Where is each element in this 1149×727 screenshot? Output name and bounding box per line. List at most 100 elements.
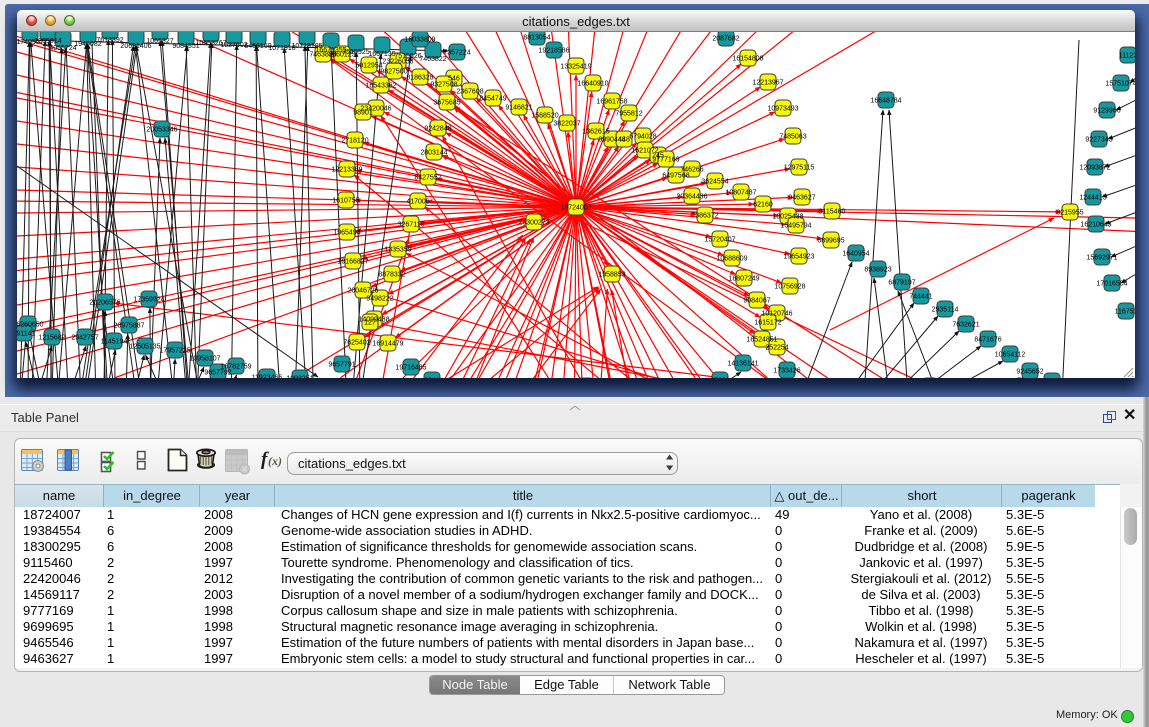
svg-text:87061: 87061 [710,378,730,379]
svg-text:2935114: 2935114 [932,307,959,314]
svg-text:391141: 391141 [17,331,36,338]
svg-text:18807249: 18807249 [728,276,759,283]
svg-text:16914479: 16914479 [372,341,403,348]
svg-text:11923466: 11923466 [252,375,283,379]
svg-text:15720407: 15720407 [704,237,735,244]
svg-text:12213389: 12213389 [331,167,362,174]
svg-text:10688609: 10688609 [716,256,747,263]
svg-text:1965494: 1965494 [333,230,360,237]
svg-text:8186328: 8186328 [406,75,433,82]
svg-text:16033809: 16033809 [404,37,435,44]
svg-text:10973493: 10973493 [767,106,798,113]
svg-text:9777169: 9777169 [652,157,679,164]
svg-text:8471676: 8471676 [974,337,1001,344]
svg-text:252254: 252254 [765,345,788,352]
svg-text:8427552: 8427552 [414,175,441,182]
svg-text:4055724: 4055724 [49,45,76,52]
svg-text:7632621: 7632621 [952,322,979,329]
svg-text:18724007: 18724007 [560,205,591,212]
svg-text:3624554: 3624554 [701,179,728,186]
svg-text:9463627: 9463627 [788,195,815,202]
svg-text:1958853: 1958853 [598,272,625,279]
svg-text:2087682: 2087682 [712,36,739,43]
svg-text:1362615: 1362615 [582,129,609,136]
svg-text:8938923: 8938923 [864,267,891,274]
svg-text:16640910: 16640910 [577,81,608,88]
svg-text:7625402: 7625402 [343,340,370,347]
svg-text:10120746: 10120746 [761,311,792,318]
svg-text:2718120: 2718120 [341,138,368,145]
svg-text:19716485: 19716485 [395,365,426,372]
svg-text:8454749: 8454749 [479,96,506,103]
svg-text:2235614: 2235614 [34,38,61,45]
svg-text:3267110: 3267110 [398,222,425,229]
svg-text:12975115: 12975115 [784,165,815,172]
svg-text:5912954: 5912954 [355,63,382,70]
svg-text:448: 448 [618,137,630,144]
svg-text:16961758: 16961758 [596,99,627,106]
svg-text:6497568: 6497568 [662,173,689,180]
svg-text:1065327: 1065327 [146,38,173,45]
svg-text:7357224: 7357224 [443,50,470,57]
svg-text:1093251: 1093251 [286,376,313,379]
svg-text:6899695: 6899695 [817,238,844,245]
svg-text:9657791: 9657791 [328,362,355,369]
svg-text:9657792: 9657792 [204,370,231,377]
svg-text:20364436: 20364436 [676,194,707,201]
svg-text:17016504: 17016504 [1096,281,1127,288]
svg-text:127: 127 [364,320,376,327]
svg-text:18524851: 18524851 [746,337,777,344]
svg-text:12213967: 12213967 [752,80,783,87]
svg-text:7485063: 7485063 [779,134,806,141]
svg-text:10958107: 10958107 [189,356,220,363]
svg-text:9227343: 9227343 [1085,137,1112,144]
svg-text:20053346: 20053346 [146,127,177,134]
svg-text:98901: 98901 [353,110,373,117]
svg-text:9129966: 9129966 [1093,108,1120,115]
svg-text:10807487: 10807487 [725,190,756,197]
svg-text:2803144: 2803144 [420,150,447,157]
svg-text:23226058: 23226058 [382,59,413,66]
svg-text:16543362: 16543362 [365,83,396,90]
svg-text:16648784: 16648784 [870,98,901,105]
svg-text:10654112: 10654112 [995,352,1026,359]
svg-text:7463822: 7463822 [419,56,446,63]
svg-text:15692971: 15692971 [1086,255,1117,262]
svg-text:20975887: 20975887 [113,323,144,330]
svg-text:13325419: 13325419 [560,64,591,71]
svg-text:19166827: 19166827 [337,259,368,266]
svg-text:(x): (x) [268,454,282,468]
svg-text:20046726: 20046726 [347,288,378,295]
svg-text:1733426: 1733426 [773,368,800,375]
svg-text:6794028: 6794028 [629,134,656,141]
svg-text:8860123: 8860123 [328,52,355,59]
svg-text:19218586: 19218586 [538,48,569,55]
svg-text:26260650: 26260650 [17,322,44,329]
svg-text:3822037: 3822037 [553,121,580,128]
svg-text:7955812: 7955812 [615,111,642,118]
svg-text:9245652: 9245652 [1016,369,1043,376]
svg-text:1640954: 1640954 [842,251,869,258]
svg-text:9115460: 9115460 [819,209,846,216]
svg-text:16154808: 16154808 [732,56,763,63]
svg-text:1145194: 1145194 [101,339,128,346]
svg-text:9146821: 9146821 [505,105,532,112]
svg-text:116753: 116753 [1115,309,1135,316]
svg-text:9498222: 9498222 [366,296,393,303]
svg-text:citations_edges.txt: citations_edges.txt [298,456,406,471]
svg-text:16210643: 16210643 [1080,222,1111,229]
svg-text:8813054: 8813054 [523,35,550,42]
svg-text:7386372: 7386372 [691,213,718,220]
svg-text:1335359: 1335359 [384,247,411,254]
svg-text:25300273: 25300273 [518,220,549,227]
svg-text:1341: 1341 [424,378,440,379]
svg-text:1610755: 1610755 [332,198,359,205]
svg-text:10025438: 10025438 [772,214,803,221]
svg-text:6879197: 6879197 [888,280,915,287]
svg-text:15751074: 15751074 [1105,81,1135,88]
svg-text:62160: 62160 [753,202,773,209]
svg-text:14136141: 14136141 [727,361,758,368]
svg-text:1615172: 1615172 [754,320,781,327]
svg-text:20206576: 20206576 [89,300,120,307]
svg-text:19654923: 19654923 [783,254,814,261]
